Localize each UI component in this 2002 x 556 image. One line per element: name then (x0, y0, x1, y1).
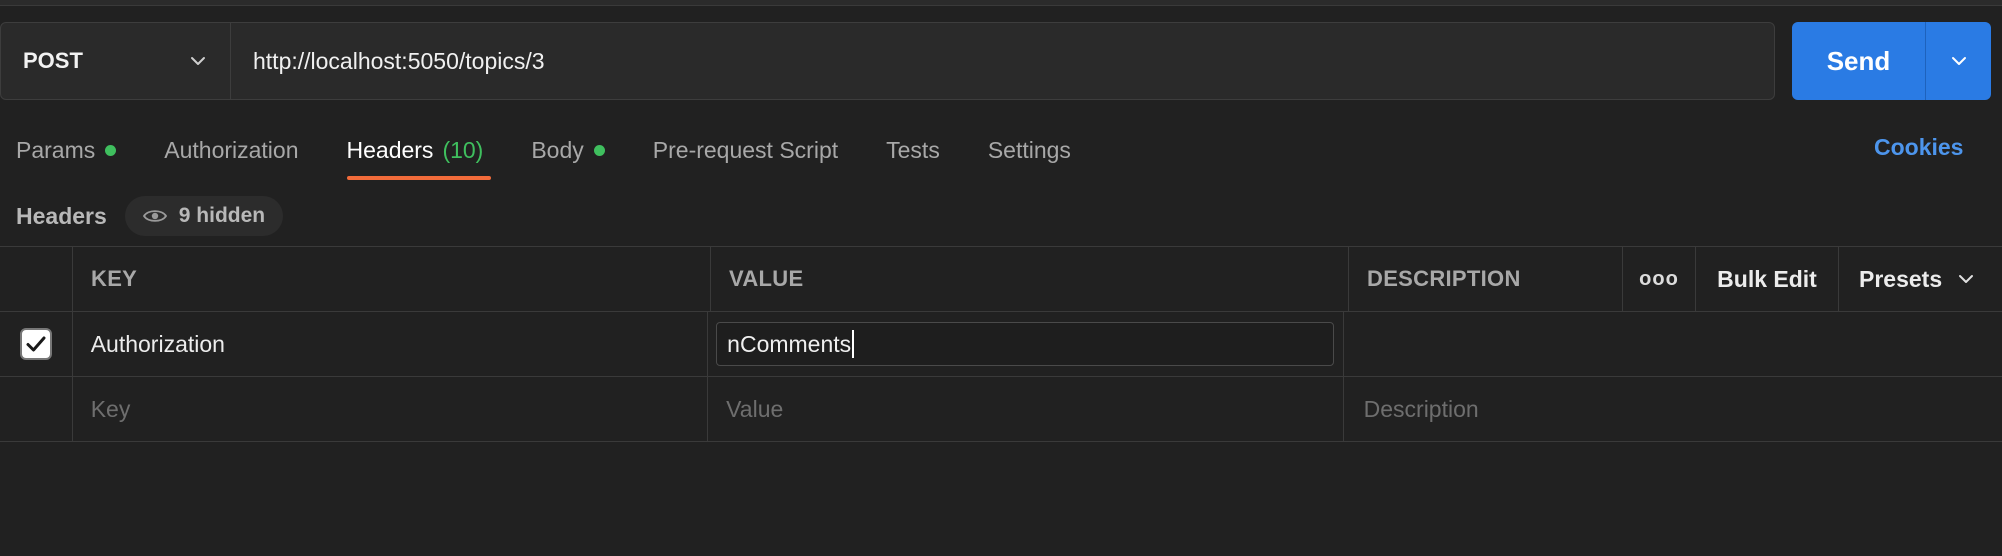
select-column-header (0, 247, 73, 311)
header-value-text: nComments (727, 330, 852, 357)
section-title: Headers (16, 202, 107, 229)
table-row: Authorization nComments (0, 311, 2002, 376)
request-bar: POST http://localhost:5050/topics/3 (0, 22, 1775, 100)
presets-dropdown[interactable]: Presets (1839, 247, 2002, 311)
row-select-cell (0, 312, 73, 376)
url-text: http://localhost:5050/topics/3 (253, 47, 545, 74)
row-select-cell (0, 377, 73, 441)
tab-label: Pre-request Script (652, 136, 839, 163)
url-input[interactable]: http://localhost:5050/topics/3 (231, 23, 1774, 99)
method-select[interactable]: POST (1, 23, 231, 99)
hidden-count-label: 9 hidden (178, 204, 266, 227)
status-dot (105, 144, 117, 156)
chevron-down-icon (191, 57, 205, 65)
headers-subheader: Headers 9 hidden (16, 196, 284, 236)
more-icon: ooo (1639, 267, 1679, 290)
presets-label: Presets (1859, 265, 1943, 292)
headers-table: KEY VALUE DESCRIPTION ooo Bulk Edit Pres… (0, 246, 2002, 442)
new-key-input[interactable]: Key (73, 377, 709, 441)
key-column-header: KEY (73, 247, 711, 311)
tab-headers[interactable]: Headers (10) (346, 130, 492, 180)
tab-label: Tests (886, 136, 940, 163)
description-placeholder: Description (1363, 395, 1479, 422)
table-row-new: Key Value Description (0, 376, 2002, 442)
check-icon (26, 336, 46, 352)
tab-label: Settings (987, 136, 1071, 163)
send-options-button[interactable] (1926, 22, 1991, 100)
value-placeholder: Value (726, 395, 784, 422)
tab-label: Authorization (164, 136, 299, 163)
top-divider (0, 0, 2002, 6)
hidden-headers-toggle[interactable]: 9 hidden (124, 196, 284, 236)
request-tabs: Params Authorization Headers (10) Body P… (16, 130, 1119, 182)
description-column-header: DESCRIPTION (1349, 247, 1623, 311)
tab-count: (10) (442, 136, 484, 163)
method-label: POST (23, 48, 83, 73)
tab-label: Headers (346, 136, 434, 163)
tab-authorization[interactable]: Authorization (164, 130, 298, 170)
header-value-input[interactable]: nComments (716, 322, 1335, 366)
send-button[interactable]: Send (1792, 22, 1926, 100)
table-header-row: KEY VALUE DESCRIPTION ooo Bulk Edit Pres… (0, 246, 2002, 311)
row-enabled-checkbox[interactable] (19, 328, 52, 360)
eye-icon (142, 210, 167, 222)
header-key-text: Authorization (90, 330, 225, 357)
tab-settings[interactable]: Settings (988, 130, 1071, 170)
key-placeholder: Key (90, 395, 131, 422)
chevron-down-icon (1959, 275, 1974, 283)
tab-pre-request-script[interactable]: Pre-request Script (653, 130, 838, 170)
new-description-input[interactable]: Description (1344, 377, 2002, 441)
more-options-button[interactable]: ooo (1623, 247, 1696, 311)
description-cell[interactable] (1344, 312, 2002, 376)
key-cell[interactable]: Authorization (73, 312, 709, 376)
cookies-link[interactable]: Cookies (1874, 134, 1963, 161)
status-dot (593, 144, 605, 156)
new-value-input[interactable]: Value (708, 377, 1344, 441)
tab-body[interactable]: Body (531, 130, 605, 170)
tab-label: Body (531, 136, 584, 163)
tab-label: Params (16, 136, 96, 163)
value-cell: nComments (708, 312, 1344, 376)
tab-params[interactable]: Params (16, 130, 117, 170)
tab-tests[interactable]: Tests (886, 130, 940, 170)
text-cursor (852, 330, 855, 358)
value-column-header: VALUE (711, 247, 1349, 311)
bulk-edit-button[interactable]: Bulk Edit (1696, 247, 1839, 311)
chevron-down-icon (1951, 57, 1966, 65)
send-button-group: Send (1792, 22, 1991, 100)
